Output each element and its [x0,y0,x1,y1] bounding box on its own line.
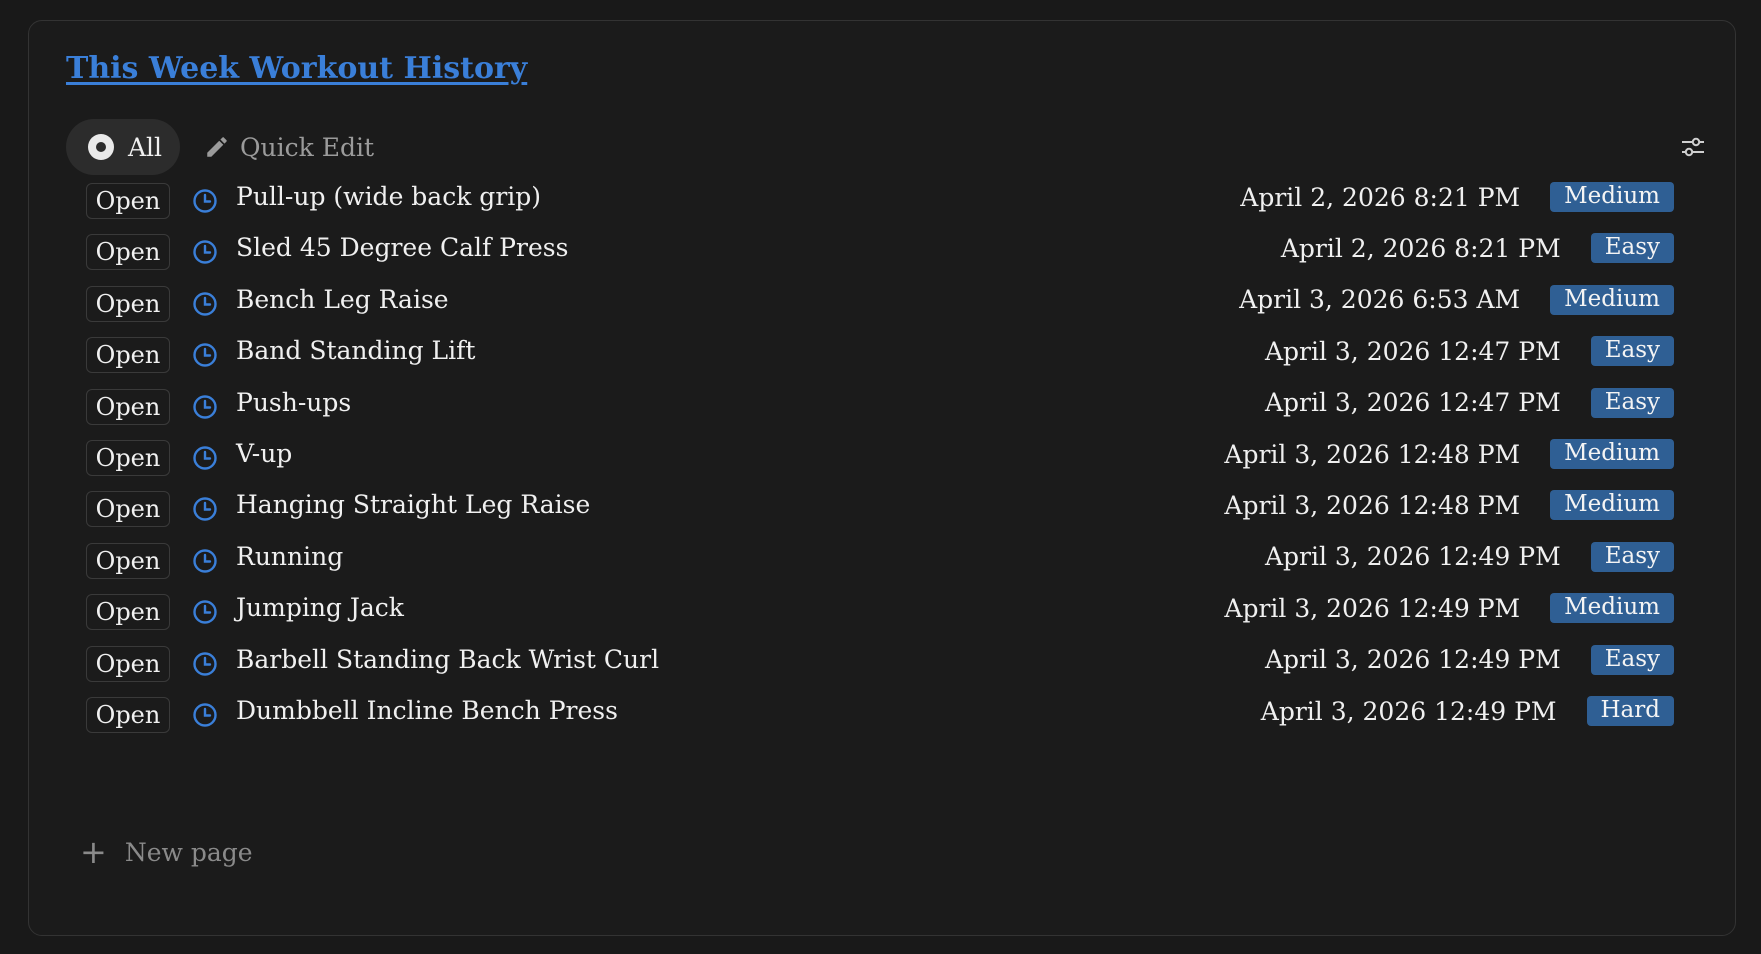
sliders-icon[interactable] [1680,135,1706,159]
open-button[interactable]: Open [86,491,170,528]
workout-name[interactable]: Running [236,542,343,571]
workout-date: April 3, 2026 12:49 PM [1264,645,1561,675]
list-item[interactable]: Open Push-ups April 3, 2026 12:47 PM Eas… [86,380,1674,430]
quick-edit-label: Quick Edit [240,132,374,162]
workout-date: April 3, 2026 12:48 PM [1224,439,1521,469]
difficulty-badge[interactable]: Medium [1550,439,1674,469]
workout-date: April 2, 2026 8:21 PM [1240,182,1521,212]
radio-icon [88,134,114,160]
view-title[interactable]: This Week Workout History [66,51,527,86]
difficulty-badge[interactable]: Medium [1550,490,1674,521]
row-meta: April 3, 2026 12:47 PM Easy [1264,387,1674,418]
workout-name[interactable]: Band Standing Lift [236,336,475,365]
clock-icon [192,394,218,420]
list-item[interactable]: Open Sled 45 Degree Calf Press April 2, … [86,225,1674,275]
open-button[interactable]: Open [86,234,170,271]
workout-name[interactable]: Hanging Straight Leg Raise [236,490,590,519]
list-item[interactable]: Open Barbell Standing Back Wrist Curl Ap… [86,637,1674,687]
workout-date: April 3, 2026 12:48 PM [1224,490,1521,520]
workout-name[interactable]: Bench Leg Raise [236,285,449,314]
list-item[interactable]: Open Dumbbell Incline Bench Press April … [86,688,1674,738]
workout-date: April 3, 2026 12:49 PM [1264,542,1561,572]
open-button[interactable]: Open [86,645,170,682]
clock-icon [192,239,218,265]
difficulty-badge[interactable]: Medium [1550,593,1674,624]
difficulty-badge[interactable]: Hard [1586,696,1674,726]
workout-name[interactable]: Sled 45 Degree Calf Press [236,233,568,262]
workout-name[interactable]: Jumping Jack [236,593,404,622]
row-meta: April 2, 2026 8:21 PM Easy [1280,233,1674,264]
tab-all-label: All [128,132,163,162]
new-page-label: New page [124,837,253,867]
open-button[interactable]: Open [86,337,170,374]
row-meta: April 3, 2026 12:49 PM Medium [1224,593,1674,624]
clock-icon [192,496,218,522]
open-button[interactable]: Open [86,388,170,425]
difficulty-badge[interactable]: Easy [1590,541,1674,572]
row-meta: April 3, 2026 12:47 PM Easy [1264,336,1674,367]
clock-icon [192,445,218,471]
workout-date: April 2, 2026 8:21 PM [1280,233,1561,263]
difficulty-badge[interactable]: Easy [1590,644,1674,675]
list-item[interactable]: Open Running April 3, 2026 12:49 PM Easy [86,534,1674,584]
workout-date: April 3, 2026 6:53 AM [1239,285,1521,315]
clock-icon [192,342,218,368]
tab-all[interactable]: All [66,119,180,175]
clock-icon [192,599,218,625]
list-item[interactable]: Open Jumping Jack April 3, 2026 12:49 PM… [86,585,1674,635]
list-item[interactable]: Open Hanging Straight Leg Raise April 3,… [86,482,1674,532]
workout-date: April 3, 2026 12:49 PM [1260,696,1557,726]
difficulty-badge[interactable]: Easy [1590,233,1674,264]
row-meta: April 3, 2026 12:49 PM Easy [1264,541,1674,572]
workout-date: April 3, 2026 12:47 PM [1264,336,1561,366]
list-item[interactable]: Open Band Standing Lift April 3, 2026 12… [86,328,1674,378]
quick-edit-button[interactable]: Quick Edit [204,119,374,175]
pencil-icon [204,134,230,160]
row-meta: April 3, 2026 12:48 PM Medium [1224,490,1674,521]
plus-icon: + [80,833,107,871]
row-meta: April 3, 2026 12:49 PM Easy [1264,644,1674,675]
clock-icon [192,702,218,728]
clock-icon [192,548,218,574]
row-meta: April 2, 2026 8:21 PM Medium [1240,182,1674,212]
workout-name[interactable]: Dumbbell Incline Bench Press [236,696,618,725]
open-button[interactable]: Open [86,440,170,476]
clock-icon [192,291,218,317]
new-page-button[interactable]: + New page [80,836,253,868]
row-meta: April 3, 2026 12:48 PM Medium [1224,439,1674,469]
view-toolbar: All Quick Edit [66,119,1706,175]
open-button[interactable]: Open [86,594,170,631]
workout-name[interactable]: Push-ups [236,388,351,417]
row-meta: April 3, 2026 6:53 AM Medium [1239,284,1674,315]
list-item[interactable]: Open Pull-up (wide back grip) April 2, 2… [86,174,1674,224]
list-item[interactable]: Open Bench Leg Raise April 3, 2026 6:53 … [86,277,1674,327]
clock-icon [192,188,218,214]
workout-date: April 3, 2026 12:49 PM [1224,593,1521,623]
difficulty-badge[interactable]: Medium [1550,182,1674,212]
workout-name[interactable]: Pull-up (wide back grip) [236,182,541,211]
clock-icon [192,651,218,677]
open-button[interactable]: Open [86,697,170,733]
list-item[interactable]: Open V-up April 3, 2026 12:48 PM Medium [86,431,1674,481]
workout-name[interactable]: Barbell Standing Back Wrist Curl [236,645,659,674]
open-button[interactable]: Open [86,285,170,322]
workout-date: April 3, 2026 12:47 PM [1264,388,1561,418]
difficulty-badge[interactable]: Medium [1550,284,1674,315]
difficulty-badge[interactable]: Easy [1590,387,1674,418]
row-meta: April 3, 2026 12:49 PM Hard [1261,696,1674,726]
open-button[interactable]: Open [86,542,170,579]
open-button[interactable]: Open [86,183,170,219]
difficulty-badge[interactable]: Easy [1590,336,1674,367]
workout-name[interactable]: V-up [236,439,292,468]
